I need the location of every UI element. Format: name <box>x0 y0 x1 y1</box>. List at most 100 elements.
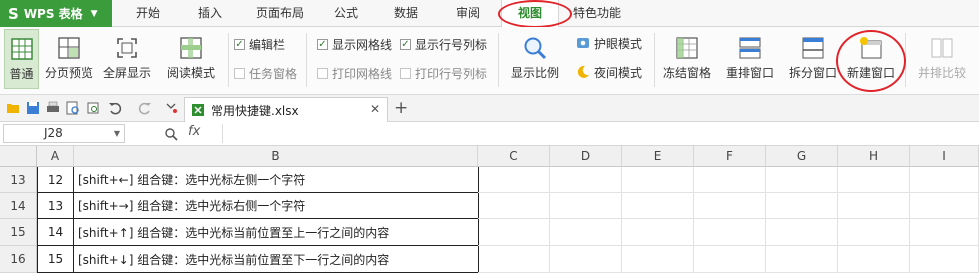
tab-data[interactable]: 数据 <box>386 0 426 27</box>
table-cell-empty[interactable] <box>550 219 622 246</box>
table-cell-empty[interactable] <box>622 167 694 193</box>
find-icon[interactable] <box>164 127 178 141</box>
row-header[interactable]: 13 <box>0 167 37 193</box>
tab-page-layout[interactable]: 页面布局 <box>250 0 310 27</box>
split-window-button[interactable]: 拆分窗口 <box>786 29 840 89</box>
normal-view-button[interactable]: 普通 <box>4 29 39 89</box>
side-by-side-button[interactable]: 并排比较 <box>912 29 972 89</box>
undo-icon[interactable] <box>108 101 122 115</box>
chevron-down-icon: ▼ <box>113 129 120 138</box>
column-header-e[interactable]: E <box>622 146 694 167</box>
table-cell-empty[interactable] <box>910 193 979 219</box>
table-cell-empty[interactable] <box>622 193 694 219</box>
print-gridlines-checkbox[interactable]: 打印网格线 <box>317 64 392 82</box>
table-cell[interactable]: 15 <box>37 246 74 273</box>
edit-bar-label: 编辑栏 <box>249 37 286 52</box>
column-header-b[interactable]: B <box>74 146 478 167</box>
table-cell-empty[interactable] <box>694 219 766 246</box>
table-cell[interactable]: [shift+←] 组合键：选中光标左侧一个字符 <box>74 167 479 193</box>
edit-bar-checkbox[interactable]: ✓ 编辑栏 <box>234 35 285 53</box>
print-icon[interactable] <box>46 101 60 115</box>
select-all-corner[interactable] <box>0 146 37 167</box>
arrange-windows-button[interactable]: 重排窗口 <box>716 29 784 89</box>
wps-app-menu-button[interactable]: S WPS 表格 ▼ <box>0 0 112 27</box>
table-cell-empty[interactable] <box>622 246 694 273</box>
table-cell-empty[interactable] <box>910 167 979 193</box>
column-header-h[interactable]: H <box>838 146 910 167</box>
table-cell-empty[interactable] <box>478 193 550 219</box>
table-cell-empty[interactable] <box>550 246 622 273</box>
insert-function-button[interactable]: fx <box>188 124 200 139</box>
name-box[interactable]: J28 ▼ <box>3 124 125 143</box>
column-header-f[interactable]: F <box>694 146 766 167</box>
redo-icon[interactable] <box>138 101 152 115</box>
folder-icon[interactable] <box>6 101 20 115</box>
ribbon-divider <box>228 33 229 87</box>
table-cell-empty[interactable] <box>694 193 766 219</box>
column-header-d[interactable]: D <box>550 146 622 167</box>
checkbox-unchecked-icon <box>317 67 328 79</box>
row-header[interactable]: 14 <box>0 193 37 219</box>
zoom-button[interactable]: 显示比例 <box>506 29 564 89</box>
table-cell-empty[interactable] <box>766 167 838 193</box>
table-cell-empty[interactable] <box>838 246 910 273</box>
table-cell-empty[interactable] <box>766 246 838 273</box>
preview-print-icon[interactable] <box>86 101 100 115</box>
table-cell[interactable]: [shift+↑] 组合键：选中光标当前位置至上一行之间的内容 <box>74 219 479 246</box>
formula-input[interactable] <box>222 124 974 143</box>
eye-mode-button[interactable]: 护眼模式 <box>576 33 642 53</box>
table-cell-empty[interactable] <box>766 219 838 246</box>
page-break-preview-button[interactable]: 分页预览 <box>42 29 96 89</box>
show-gridlines-checkbox[interactable]: ✓ 显示网格线 <box>317 35 392 53</box>
tab-review[interactable]: 审阅 <box>446 0 490 27</box>
table-cell-empty[interactable] <box>910 219 979 246</box>
table-cell[interactable]: 13 <box>37 193 74 219</box>
table-cell-empty[interactable] <box>694 246 766 273</box>
column-header-i[interactable]: I <box>910 146 979 167</box>
menu-bar: S WPS 表格 ▼ 开始 插入 页面布局 公式 数据 审阅 视图 特色功能 <box>0 0 979 28</box>
tab-formulas[interactable]: 公式 <box>326 0 366 27</box>
preview-icon[interactable] <box>66 101 80 115</box>
table-cell-empty[interactable] <box>694 167 766 193</box>
print-gridlines-label: 打印网格线 <box>332 66 393 81</box>
show-headers-checkbox[interactable]: ✓ 显示行号列标 <box>400 35 487 53</box>
column-header-g[interactable]: G <box>766 146 838 167</box>
document-tab[interactable]: 常用快捷键.xlsx ✕ <box>184 97 388 122</box>
document-tab-bar: 常用快捷键.xlsx ✕ + <box>0 95 979 122</box>
table-cell-empty[interactable] <box>622 219 694 246</box>
task-pane-checkbox[interactable]: 任务窗格 <box>234 64 297 82</box>
table-cell-empty[interactable] <box>550 193 622 219</box>
tab-insert[interactable]: 插入 <box>188 0 232 27</box>
table-cell-empty[interactable] <box>478 167 550 193</box>
column-header-a[interactable]: A <box>37 146 74 167</box>
table-cell[interactable]: 14 <box>37 219 74 246</box>
table-cell-empty[interactable] <box>838 193 910 219</box>
tab-home[interactable]: 开始 <box>128 0 168 27</box>
print-headers-checkbox[interactable]: 打印行号列标 <box>400 64 487 82</box>
customize-toolbar-icon[interactable] <box>164 101 178 115</box>
split-icon <box>802 37 824 59</box>
column-header-c[interactable]: C <box>478 146 550 167</box>
table-cell[interactable]: [shift+↓] 组合键：选中光标当前位置至下一行之间的内容 <box>74 246 479 273</box>
tab-special-features[interactable]: 特色功能 <box>566 0 628 27</box>
night-mode-button[interactable]: 夜间模式 <box>576 62 642 82</box>
row-header[interactable]: 15 <box>0 219 37 246</box>
table-cell-empty[interactable] <box>766 193 838 219</box>
table-cell-empty[interactable] <box>838 219 910 246</box>
table-cell-empty[interactable] <box>838 167 910 193</box>
eye-icon <box>577 38 589 48</box>
table-cell[interactable]: [shift+→] 组合键：选中光标右侧一个字符 <box>74 193 479 219</box>
table-cell[interactable]: 12 <box>37 167 74 193</box>
table-cell-empty[interactable] <box>478 246 550 273</box>
freeze-panes-button[interactable]: 冻结窗格 <box>660 29 714 89</box>
full-screen-button[interactable]: 全屏显示 <box>100 29 154 89</box>
table-cell-empty[interactable] <box>910 246 979 273</box>
reading-mode-button[interactable]: 阅读模式 <box>158 29 224 89</box>
ribbon-divider <box>498 33 499 87</box>
save-icon[interactable] <box>26 101 40 115</box>
close-icon[interactable]: ✕ <box>370 102 380 116</box>
table-cell-empty[interactable] <box>478 219 550 246</box>
table-cell-empty[interactable] <box>550 167 622 193</box>
row-header[interactable]: 16 <box>0 246 37 273</box>
new-tab-button[interactable]: + <box>394 98 408 118</box>
